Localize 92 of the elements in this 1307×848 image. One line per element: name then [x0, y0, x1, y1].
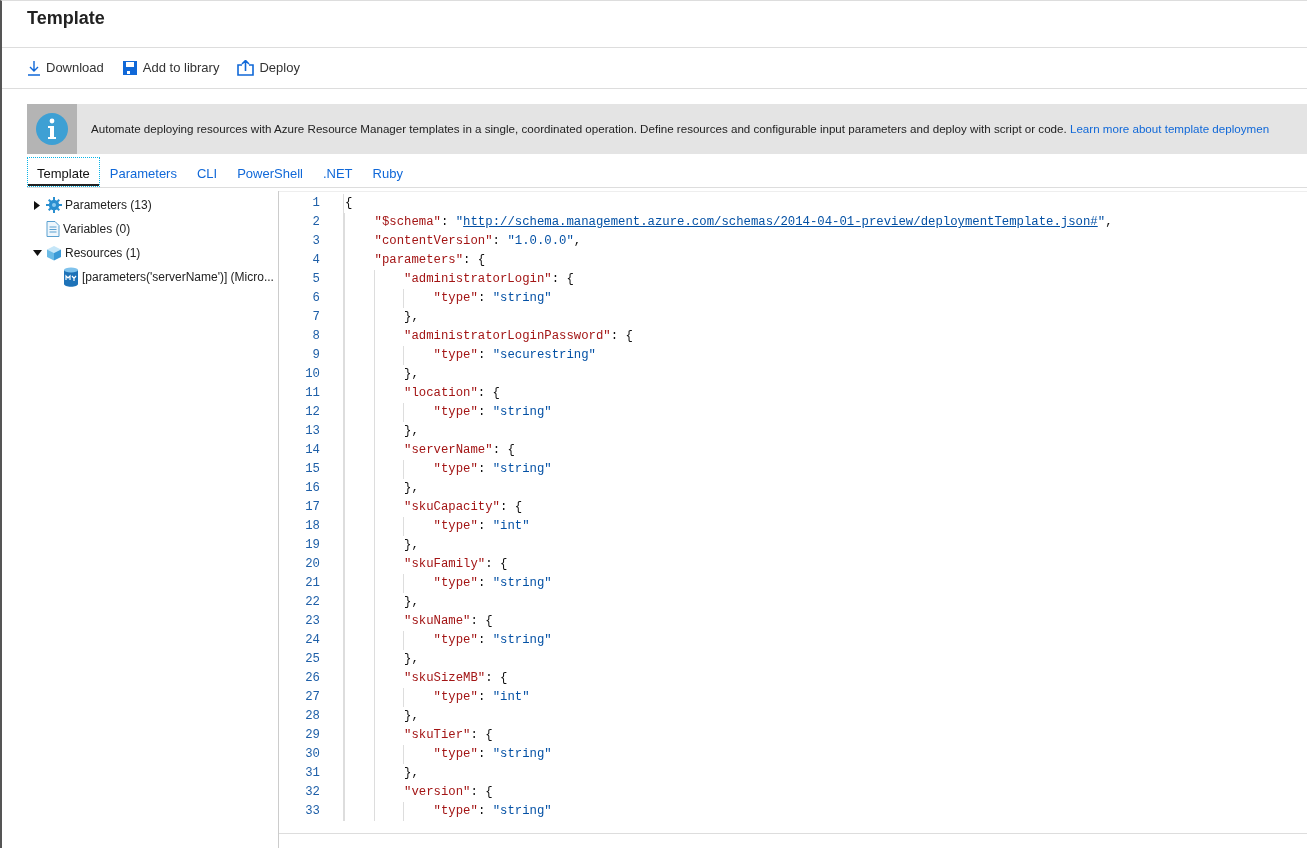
line-number: 15 [304, 461, 320, 478]
line-number: 16 [304, 480, 320, 497]
info-text: Automate deploying resources with Azure Resource Manager templates in a single, coordinated operation. Define resources and configurable input parameters and deploy with script or code. Learn more about template deploymen [91, 121, 1270, 138]
info-icon [35, 112, 69, 146]
line-number: 4 [311, 252, 320, 269]
code-line: }, [344, 707, 419, 726]
code-line: }, [344, 764, 419, 783]
line-number: 20 [304, 556, 320, 573]
code-line: "version": { [344, 783, 493, 802]
line-number: 31 [304, 765, 320, 782]
tab[interactable]: Parameters [99, 157, 187, 187]
document-icon [46, 221, 60, 237]
tab[interactable]: Template [27, 157, 100, 187]
code-line: "type": "securestring" [344, 346, 596, 365]
code-line: "parameters": { [344, 251, 486, 270]
line-number: 14 [304, 442, 320, 459]
line-number: 18 [304, 518, 320, 535]
code-line: }, [344, 536, 419, 555]
save-icon [121, 60, 138, 76]
tab[interactable]: Ruby [362, 157, 413, 187]
line-number: 2 [311, 214, 320, 231]
line-number: 27 [304, 689, 320, 706]
code-line: }, [344, 593, 419, 612]
tree-item[interactable]: Parameters (13) [65, 196, 152, 214]
line-number: 33 [304, 803, 320, 820]
line-number: 10 [304, 366, 320, 383]
line-number: 22 [304, 594, 320, 611]
code-line: "administratorLoginPassword": { [344, 327, 633, 346]
gear-icon [46, 197, 62, 213]
deploy-button[interactable]: Deploy [237, 58, 300, 78]
line-number: 3 [311, 233, 320, 250]
code-line: "type": "string" [344, 574, 552, 593]
code-line: "type": "int" [344, 688, 530, 707]
code-line: }, [344, 479, 419, 498]
code-line: "location": { [344, 384, 500, 403]
learn-more-link[interactable]: Learn more about template deploymen [1069, 122, 1270, 136]
line-number: 7 [311, 309, 320, 326]
database-icon [63, 267, 79, 287]
tree-item[interactable]: Resources (1) [65, 244, 141, 262]
line-number: 19 [304, 537, 320, 554]
code-line: }, [344, 422, 419, 441]
code-line: "skuTier": { [344, 726, 493, 745]
add-to-library-button[interactable]: Add to library [121, 58, 220, 78]
code-line: "type": "int" [344, 517, 530, 536]
expand-caret-icon[interactable] [34, 200, 40, 210]
line-number: 5 [311, 271, 320, 288]
line-number: 13 [304, 423, 320, 440]
code-line: "type": "string" [344, 289, 552, 308]
code-line: { [344, 195, 353, 212]
code-line: "skuName": { [344, 612, 493, 631]
code-line: "contentVersion": "1.0.0.0", [344, 232, 582, 251]
line-number: 24 [304, 632, 320, 649]
tab[interactable]: .NET [312, 157, 363, 187]
code-line: "type": "string" [344, 745, 552, 764]
line-number: 6 [311, 290, 320, 307]
code-line: "serverName": { [344, 441, 515, 460]
line-number: 9 [311, 347, 320, 364]
collapse-caret-icon[interactable] [32, 250, 42, 256]
code-line: "skuFamily": { [344, 555, 508, 574]
tree-item[interactable]: Variables (0) [63, 220, 131, 238]
code-line: "skuCapacity": { [344, 498, 523, 517]
line-number: 29 [304, 727, 320, 744]
upload-icon [237, 60, 255, 76]
line-number: 17 [304, 499, 320, 516]
code-line: }, [344, 365, 419, 384]
code-line: "$schema": "http://schema.management.azure.com/schemas/2014-04-01-preview/deploymentTemplate.json#", [344, 213, 1113, 232]
download-button[interactable]: Download [27, 58, 104, 78]
tab[interactable]: PowerShell [227, 157, 313, 187]
code-line: }, [344, 650, 419, 669]
line-number: 32 [304, 784, 320, 801]
line-number: 12 [304, 404, 320, 421]
code-line: "type": "string" [344, 802, 552, 821]
line-number: 11 [304, 385, 320, 402]
line-number: 1 [311, 195, 320, 212]
code-line: "skuSizeMB": { [344, 669, 508, 688]
line-number: 30 [304, 746, 320, 763]
line-number: 26 [304, 670, 320, 687]
tab[interactable]: CLI [186, 157, 228, 187]
line-number: 28 [304, 708, 320, 725]
code-line: "type": "string" [344, 631, 552, 650]
tree-item[interactable]: [parameters('serverName')] (Micro... [82, 268, 274, 286]
code-line: "type": "string" [344, 403, 552, 422]
code-line: "type": "string" [344, 460, 552, 479]
line-number: 8 [311, 328, 320, 345]
page-title: Template [2, 1, 1307, 48]
line-number: 25 [304, 651, 320, 668]
line-number: 21 [304, 575, 320, 592]
code-line: }, [344, 308, 419, 327]
cube-icon [46, 245, 62, 261]
line-number: 23 [304, 613, 320, 630]
download-icon [27, 60, 41, 76]
code-line: "administratorLogin": { [344, 270, 574, 289]
